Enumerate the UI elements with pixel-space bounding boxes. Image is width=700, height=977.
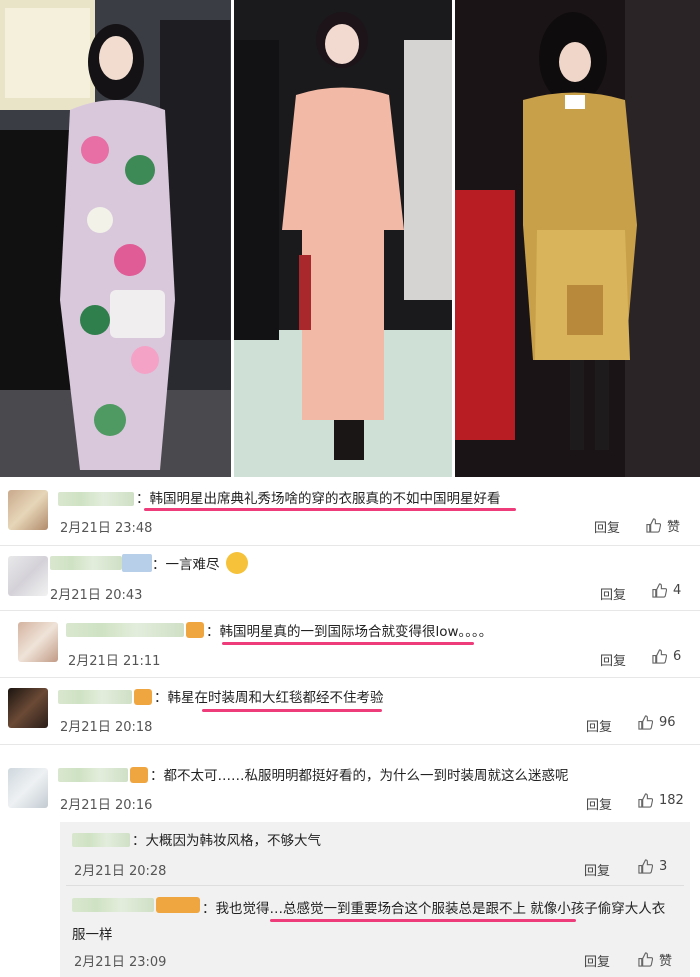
username-blurred[interactable] [58,492,134,506]
comment-time: 2月21日 20:43 [50,588,143,603]
photo-strip [0,0,700,477]
reply-button[interactable]: 回复 [594,517,620,536]
reply-button[interactable]: 回复 [584,860,610,879]
like-count: 182 [659,793,684,808]
reply-text: ：我也觉得…总感觉一到重要场合这个服装总是跟不上 就像小孩子偷穿大人衣服一样 [72,901,666,943]
photo-left[interactable] [0,0,231,477]
like-count: 96 [659,715,676,730]
like-button[interactable]: 3 [638,859,667,874]
like-button[interactable]: 赞 [646,516,680,535]
comment-time: 2月21日 23:48 [60,521,153,536]
username-blurred[interactable] [58,768,128,782]
comment-time: 2月21日 20:18 [60,720,153,735]
awkward-emoji-icon [226,552,248,574]
like-count: 6 [673,649,682,664]
avatar[interactable] [8,556,48,596]
comment-text: ：韩国明星出席典礼秀场啥的穿的衣服真的不如中国明星好看 [136,491,501,507]
like-count: 3 [659,859,668,874]
like-count: 4 [673,583,682,598]
thumbs-up-icon [646,518,661,533]
comment-time: 2月21日 21:11 [68,654,161,669]
thumbs-up-icon [638,793,653,808]
like-button[interactable]: 赞 [638,950,672,969]
reply-text: ：大概因为韩妆风格，不够大气 [132,833,321,849]
comment-text: ：一言难尽 [152,557,220,573]
comment-text: ：韩星在时装周和大红毯都经不住考验 [154,690,384,706]
vip-badge-icon [130,767,148,783]
reply-button[interactable]: 回复 [600,584,626,603]
comment-text: ：韩国明星真的一到国际场合就变得很low。。。。 [206,624,493,640]
like-button[interactable]: 96 [638,715,676,730]
reply-button[interactable]: 回复 [584,951,610,970]
comment-text: ：都不太可……私服明明都挺好看的，为什么一到时装周就这么迷惑呢 [150,768,569,784]
highlight-underline [270,919,576,922]
highlight-underline [144,508,516,511]
reply-button[interactable]: 回复 [586,716,612,735]
like-button[interactable]: 182 [638,793,684,808]
thumbs-up-icon [638,715,653,730]
avatar[interactable] [8,490,48,530]
divider [0,677,700,678]
comment-time: 2月21日 20:16 [60,798,153,813]
avatar[interactable] [8,768,48,808]
photo-middle[interactable] [234,0,452,477]
like-count: 赞 [659,954,673,969]
like-button[interactable]: 6 [652,649,681,664]
reply-time: 2月21日 20:28 [74,864,167,879]
username-blurred[interactable] [72,833,130,847]
highlight-underline [222,642,474,645]
thumbs-up-icon [638,952,653,967]
highlight-underline [202,709,382,712]
member-badge-icon [122,554,152,572]
thumbs-up-icon [652,649,667,664]
photo-right[interactable] [455,0,700,477]
like-button[interactable]: 4 [652,583,681,598]
reply-button[interactable]: 回复 [600,650,626,669]
avatar[interactable] [18,622,58,662]
username-blurred[interactable] [66,623,184,637]
divider [66,885,684,886]
username-blurred[interactable] [58,690,132,704]
divider [0,744,700,745]
divider [0,610,700,611]
divider [0,545,700,546]
vip-badge-icon [186,622,204,638]
thumbs-up-icon [638,859,653,874]
thumbs-up-icon [652,583,667,598]
username-blurred[interactable] [50,556,122,570]
reply-time: 2月21日 23:09 [74,955,167,970]
reply-button[interactable]: 回复 [586,794,612,813]
like-count: 赞 [667,520,681,535]
avatar[interactable] [8,688,48,728]
vip-badge-icon [134,689,152,705]
